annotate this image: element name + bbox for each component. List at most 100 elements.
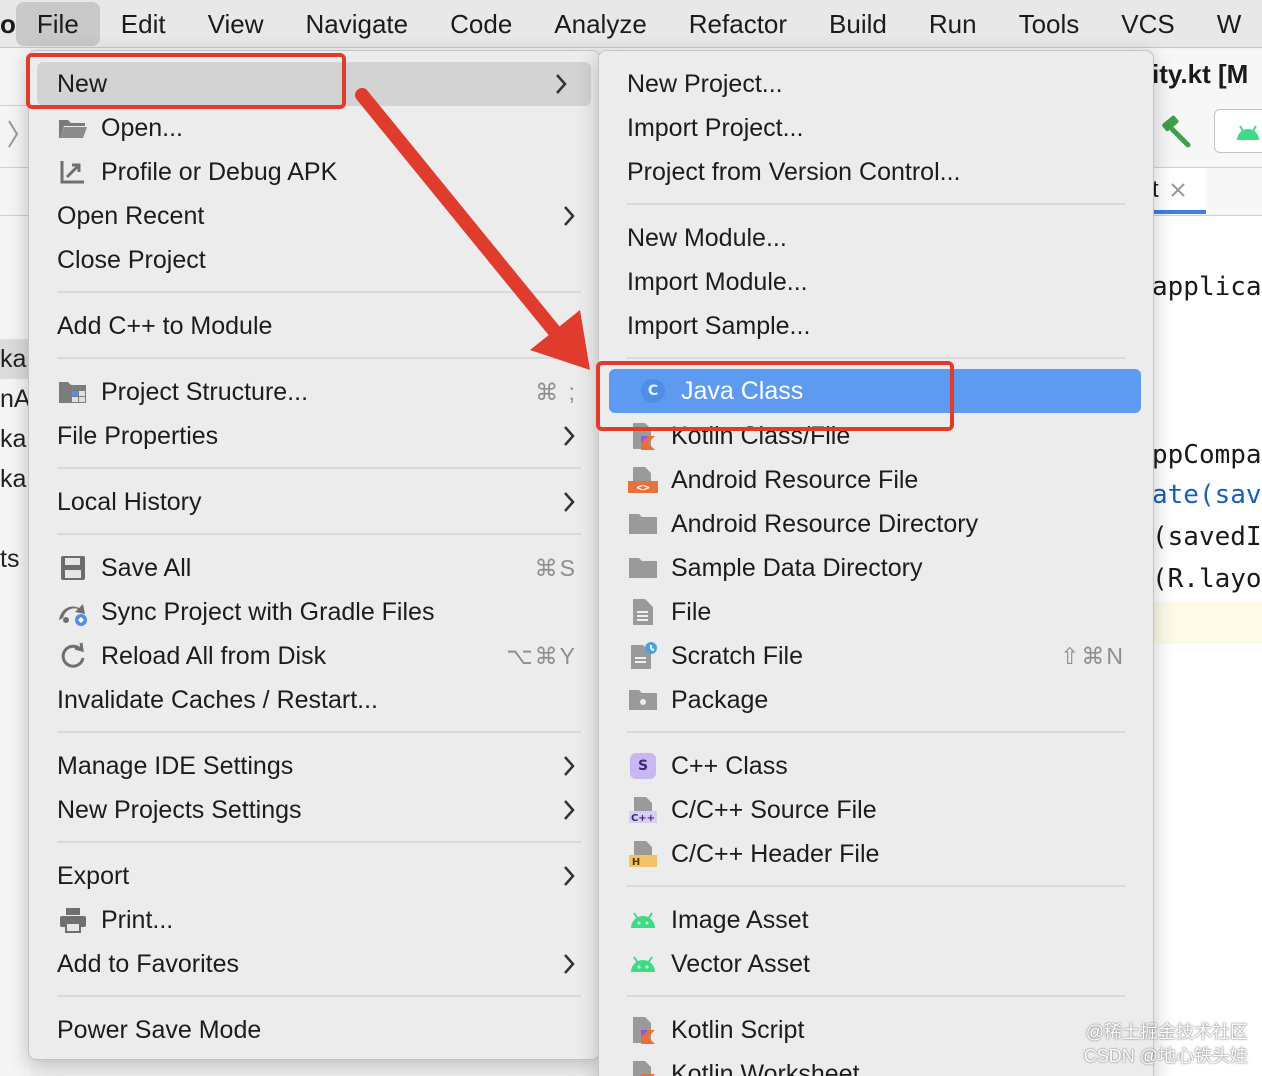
menu-item-kotlin-worksheet[interactable]: Kotlin Worksheet — [599, 1052, 1153, 1076]
file-menu: New Open... Profile or Debug APK Open Re… — [28, 50, 600, 1060]
menu-item-add-cpp[interactable]: Add C++ to Module — [29, 304, 599, 348]
tree-item-fragment[interactable]: kar — [0, 345, 30, 374]
tree-item-fragment[interactable]: kar — [0, 465, 30, 494]
menu-navigate[interactable]: Navigate — [285, 0, 430, 47]
menu-item-file[interactable]: File — [599, 590, 1153, 634]
close-icon[interactable] — [1170, 182, 1186, 198]
package-icon — [627, 686, 659, 714]
chevron-right-icon[interactable] — [6, 119, 20, 149]
menu-item-cpp-class[interactable]: S C++ Class — [599, 744, 1153, 788]
code-line: (savedI — [1152, 522, 1262, 552]
panel-divider — [0, 215, 30, 216]
menu-item-invalidate-caches[interactable]: Invalidate Caches / Restart... — [29, 678, 599, 722]
code-line: ate(sav — [1152, 480, 1262, 510]
menu-item-new-project[interactable]: New Project... — [599, 62, 1153, 106]
menu-item-package[interactable]: Package — [599, 678, 1153, 722]
menu-view[interactable]: View — [187, 0, 285, 47]
menu-item-manage-ide-settings[interactable]: Manage IDE Settings — [29, 744, 599, 788]
menu-item-label: Import Module... — [627, 267, 808, 296]
menu-edit[interactable]: Edit — [100, 0, 187, 47]
menu-item-label: Add to Favorites — [57, 949, 240, 978]
menu-item-label: Open Recent — [57, 201, 205, 230]
cpp-class-badge: S — [630, 753, 656, 779]
shortcut-label: ⌘S — [534, 554, 577, 581]
menu-item-file-properties[interactable]: File Properties — [29, 414, 599, 458]
menu-tools[interactable]: Tools — [998, 0, 1101, 47]
cpp-class-icon: S — [627, 752, 659, 780]
annotation-highlight-java-class — [596, 361, 954, 431]
menu-item-label: Project Structure... — [101, 377, 309, 406]
menu-item-kotlin-script[interactable]: Kotlin Script — [599, 1008, 1153, 1052]
folder-icon — [627, 510, 659, 538]
menu-refactor[interactable]: Refactor — [668, 0, 808, 47]
menu-item-open-recent[interactable]: Open Recent — [29, 194, 599, 238]
menu-separator — [627, 357, 1125, 359]
menu-item-cpp-header-file[interactable]: H C/C++ Header File — [599, 832, 1153, 876]
menu-run[interactable]: Run — [908, 0, 998, 47]
menu-window[interactable]: W — [1196, 0, 1262, 47]
menu-item-open[interactable]: Open... — [29, 106, 599, 150]
hammer-icon[interactable] — [1158, 115, 1192, 149]
chevron-right-icon — [564, 800, 575, 820]
editor-tab[interactable]: t — [1152, 168, 1206, 214]
android-icon — [627, 906, 659, 934]
kotlin-script-icon — [627, 1016, 659, 1044]
menu-item-close-project[interactable]: Close Project — [29, 238, 599, 282]
menu-item-new-projects-settings[interactable]: New Projects Settings — [29, 788, 599, 832]
menu-separator — [57, 995, 581, 997]
app-menu[interactable]: o — [0, 0, 16, 47]
menu-item-image-asset[interactable]: Image Asset — [599, 898, 1153, 942]
menu-item-reload-disk[interactable]: Reload All from Disk ⌥⌘Y — [29, 634, 599, 678]
toolbar-divider — [0, 167, 30, 168]
cpp-source-icon: C++ — [627, 796, 659, 824]
menu-separator — [57, 467, 581, 469]
menu-build[interactable]: Build — [808, 0, 908, 47]
menu-file[interactable]: File — [15, 1, 100, 46]
menu-code[interactable]: Code — [429, 0, 533, 47]
menu-item-android-resource-file[interactable]: <> Android Resource File — [599, 458, 1153, 502]
chevron-right-icon — [564, 866, 575, 886]
menu-item-sample-data-directory[interactable]: Sample Data Directory — [599, 546, 1153, 590]
menu-item-label: File — [671, 597, 712, 626]
menu-item-local-history[interactable]: Local History — [29, 480, 599, 524]
chevron-right-icon — [556, 74, 567, 94]
ide-project-panel-edge: kar nA kar kar ts — [0, 49, 30, 1076]
menu-item-label: New Project... — [627, 69, 783, 98]
tree-item-fragment[interactable]: kar — [0, 425, 30, 454]
android-icon — [627, 950, 659, 978]
menu-item-new-module[interactable]: New Module... — [599, 216, 1153, 260]
menu-item-export[interactable]: Export — [29, 854, 599, 898]
menu-item-import-sample[interactable]: Import Sample... — [599, 304, 1153, 348]
cpp-source-badge-text: C++ — [631, 813, 655, 824]
menu-separator — [627, 731, 1125, 733]
menu-item-label: New Projects Settings — [57, 795, 302, 824]
run-config-selector[interactable] — [1214, 109, 1262, 153]
menu-item-power-save-mode[interactable]: Power Save Mode — [29, 1008, 599, 1052]
menu-item-sync-gradle[interactable]: Sync Project with Gradle Files — [29, 590, 599, 634]
menu-item-project-from-vcs[interactable]: Project from Version Control... — [599, 150, 1153, 194]
code-editor[interactable]: applica ppCompa ate(sav (savedI (R.layo — [1152, 216, 1262, 1076]
menu-item-print[interactable]: Print... — [29, 898, 599, 942]
chevron-right-icon — [564, 206, 575, 226]
menu-item-label: Project from Version Control... — [627, 157, 961, 186]
menu-item-import-module[interactable]: Import Module... — [599, 260, 1153, 304]
menu-item-vector-asset[interactable]: Vector Asset — [599, 942, 1153, 986]
menu-item-project-structure[interactable]: Project Structure... ⌘ ; — [29, 370, 599, 414]
android-resource-file-icon: <> — [627, 466, 659, 494]
chevron-right-icon — [564, 756, 575, 776]
tree-item-fragment[interactable]: nA — [0, 385, 30, 414]
kotlin-worksheet-icon — [627, 1060, 659, 1076]
menu-item-cpp-source-file[interactable]: C++ C/C++ Source File — [599, 788, 1153, 832]
menu-item-profile-debug-apk[interactable]: Profile or Debug APK — [29, 150, 599, 194]
menu-analyze[interactable]: Analyze — [533, 0, 668, 47]
menu-separator — [627, 203, 1125, 205]
menu-separator — [57, 291, 581, 293]
menu-item-android-resource-directory[interactable]: Android Resource Directory — [599, 502, 1153, 546]
menu-item-add-to-favorites[interactable]: Add to Favorites — [29, 942, 599, 986]
menu-item-save-all[interactable]: Save All ⌘S — [29, 546, 599, 590]
menu-vcs[interactable]: VCS — [1100, 0, 1195, 47]
menu-item-import-project[interactable]: Import Project... — [599, 106, 1153, 150]
tree-item-fragment[interactable]: ts — [0, 545, 30, 574]
menu-item-scratch-file[interactable]: Scratch File ⇧⌘N — [599, 634, 1153, 678]
menu-item-label: File Properties — [57, 421, 219, 450]
